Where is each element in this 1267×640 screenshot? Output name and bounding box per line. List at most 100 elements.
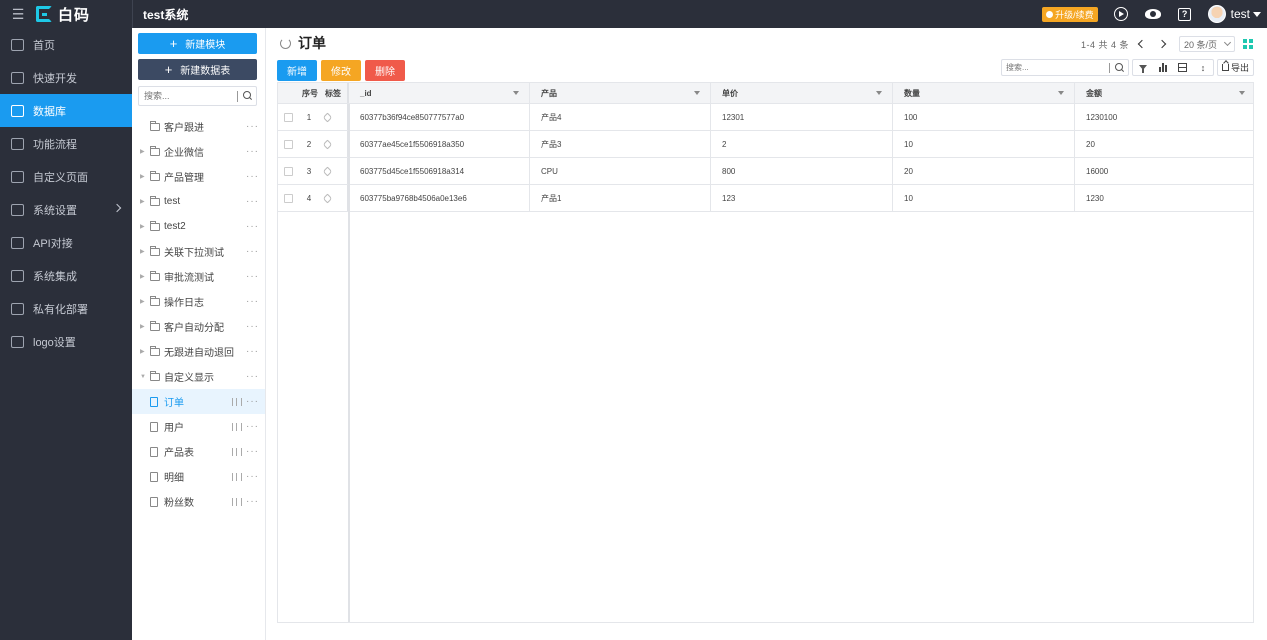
tag-icon[interactable]	[322, 112, 333, 122]
caret-down-icon[interactable]	[876, 91, 882, 95]
tree-table-item[interactable]: 产品表 ···	[132, 439, 265, 464]
more-icon[interactable]: ···	[246, 421, 259, 432]
row-checkbox[interactable]	[284, 112, 293, 122]
table-cell[interactable]: 800	[711, 158, 893, 184]
refresh-icon[interactable]	[280, 37, 291, 49]
more-icon[interactable]: ···	[246, 196, 259, 207]
tree-folder[interactable]: ▶ test ···	[132, 189, 265, 214]
chevron-left-icon[interactable]	[1137, 39, 1147, 49]
settings-sliders-icon[interactable]	[232, 397, 242, 406]
caret-right-icon[interactable]: ▶	[140, 198, 148, 205]
avatar[interactable]	[1207, 5, 1226, 23]
edit-button[interactable]: 修改	[321, 59, 361, 81]
more-icon[interactable]: ···	[246, 321, 259, 332]
caret-right-icon[interactable]: ▶	[140, 248, 148, 255]
tree-folder[interactable]: ▶ test2 ···	[132, 214, 265, 239]
more-icon[interactable]: ···	[246, 371, 259, 382]
tree-folder[interactable]: ▼ 自定义显示 ···	[132, 364, 265, 389]
more-icon[interactable]: ···	[246, 471, 259, 482]
table-cell[interactable]: 产品3	[530, 131, 711, 157]
table-config-button[interactable]	[1173, 60, 1193, 75]
table-cell[interactable]: 60377ae45ce1f5506918a350	[349, 131, 530, 157]
caret-right-icon[interactable]: ▶	[140, 223, 148, 230]
table-cell[interactable]: 12301	[711, 104, 893, 130]
view-grid-icon[interactable]	[1243, 39, 1253, 49]
settings-sliders-icon[interactable]	[232, 497, 242, 506]
table-cell[interactable]: 603775ba9768b4506a0e13e6	[349, 185, 530, 211]
settings-sliders-icon[interactable]	[232, 447, 242, 456]
tree-folder[interactable]: ▶ 企业微信 ···	[132, 139, 265, 164]
search-icon[interactable]	[1110, 59, 1128, 77]
caret-right-icon[interactable]: ▶	[140, 173, 148, 180]
table-cell[interactable]: CPU	[530, 158, 711, 184]
delete-button[interactable]: 删除	[365, 59, 405, 81]
caret-right-icon[interactable]: ▶	[140, 348, 148, 355]
more-icon[interactable]: ···	[246, 346, 259, 357]
caret-down-icon[interactable]: ▼	[140, 374, 148, 380]
tree-table-item[interactable]: 订单 ···	[132, 389, 265, 414]
tree-folder[interactable]: ▶ 操作日志 ···	[132, 289, 265, 314]
row-checkbox[interactable]	[284, 193, 293, 203]
page-size-select[interactable]: 20 条/页	[1178, 36, 1235, 52]
nav-item-quick-dev[interactable]: 快速开发	[0, 61, 132, 94]
export-button[interactable]: 导出	[1216, 59, 1254, 76]
nav-item-settings[interactable]: 系统设置	[0, 193, 132, 226]
table-cell[interactable]: 60377b36f94ce850777577a0	[349, 104, 530, 130]
table-cell[interactable]: 10	[893, 185, 1075, 211]
tag-icon[interactable]	[322, 193, 333, 203]
caret-down-icon[interactable]	[1239, 91, 1245, 95]
nav-item-api[interactable]: API对接	[0, 226, 132, 259]
tree-table-item[interactable]: 明细 ···	[132, 464, 265, 489]
table-cell[interactable]: 603775d45ce1f5506918a314	[349, 158, 530, 184]
caret-down-icon[interactable]	[513, 91, 519, 95]
caret-down-icon[interactable]	[1058, 91, 1064, 95]
nav-item-flow[interactable]: 功能流程	[0, 127, 132, 160]
tree-table-item[interactable]: 粉丝数 ···	[132, 489, 265, 514]
upgrade-button[interactable]: 升级/续费	[1042, 6, 1098, 22]
caret-right-icon[interactable]: ▶	[140, 323, 148, 330]
table-row[interactable]: 2 60377ae45ce1f5506918a350 产品3 2 10 20	[278, 131, 1253, 158]
filter-button[interactable]	[1133, 60, 1153, 75]
tree-folder[interactable]: ▶ 产品管理 ···	[132, 164, 265, 189]
column-header[interactable]: 单价	[711, 83, 893, 103]
tree-folder[interactable]: ▶ 客户自动分配 ···	[132, 314, 265, 339]
table-cell[interactable]: 20	[893, 158, 1075, 184]
nav-item-private-deploy[interactable]: 私有化部署	[0, 292, 132, 325]
search-icon[interactable]	[238, 87, 256, 105]
nav-item-custom-page[interactable]: 自定义页面	[0, 160, 132, 193]
table-cell[interactable]: 2	[711, 131, 893, 157]
tag-icon[interactable]	[322, 166, 333, 176]
more-icon[interactable]: ···	[246, 271, 259, 282]
table-cell[interactable]: 1230	[1075, 185, 1255, 211]
table-cell[interactable]: 100	[893, 104, 1075, 130]
nav-item-database[interactable]: 数据库	[0, 94, 132, 127]
preview-button[interactable]	[1112, 5, 1130, 23]
chevron-right-icon[interactable]	[1157, 39, 1167, 49]
more-icon[interactable]: ···	[246, 221, 259, 232]
user-name[interactable]: test	[1231, 7, 1250, 21]
table-cell[interactable]: 产品1	[530, 185, 711, 211]
nav-item-integration[interactable]: 系统集成	[0, 259, 132, 292]
tree-table-item[interactable]: 用户 ···	[132, 414, 265, 439]
row-checkbox[interactable]	[284, 139, 293, 149]
table-cell[interactable]: 1230100	[1075, 104, 1255, 130]
tree-folder[interactable]: ▶ 关联下拉测试 ···	[132, 239, 265, 264]
more-icon[interactable]: ···	[246, 396, 259, 407]
caret-right-icon[interactable]: ▶	[140, 273, 148, 280]
column-header[interactable]: 金额	[1075, 83, 1255, 103]
table-cell[interactable]: 123	[711, 185, 893, 211]
tag-icon[interactable]	[322, 139, 333, 149]
table-cell[interactable]: 10	[893, 131, 1075, 157]
table-cell[interactable]: 20	[1075, 131, 1255, 157]
row-checkbox[interactable]	[284, 166, 293, 176]
column-header[interactable]: 数量	[893, 83, 1075, 103]
table-row[interactable]: 1 60377b36f94ce850777577a0 产品4 12301 100…	[278, 104, 1253, 131]
caret-right-icon[interactable]: ▶	[140, 148, 148, 155]
settings-sliders-icon[interactable]	[232, 422, 242, 431]
tree-folder[interactable]: ▶ 无跟进自动退回 ···	[132, 339, 265, 364]
nav-item-home[interactable]: 首页	[0, 28, 132, 61]
new-table-button[interactable]: + 新建数据表	[138, 59, 257, 80]
more-icon[interactable]: ···	[246, 446, 259, 457]
table-search-input[interactable]	[1001, 63, 1109, 72]
add-button[interactable]: 新增	[277, 59, 317, 81]
